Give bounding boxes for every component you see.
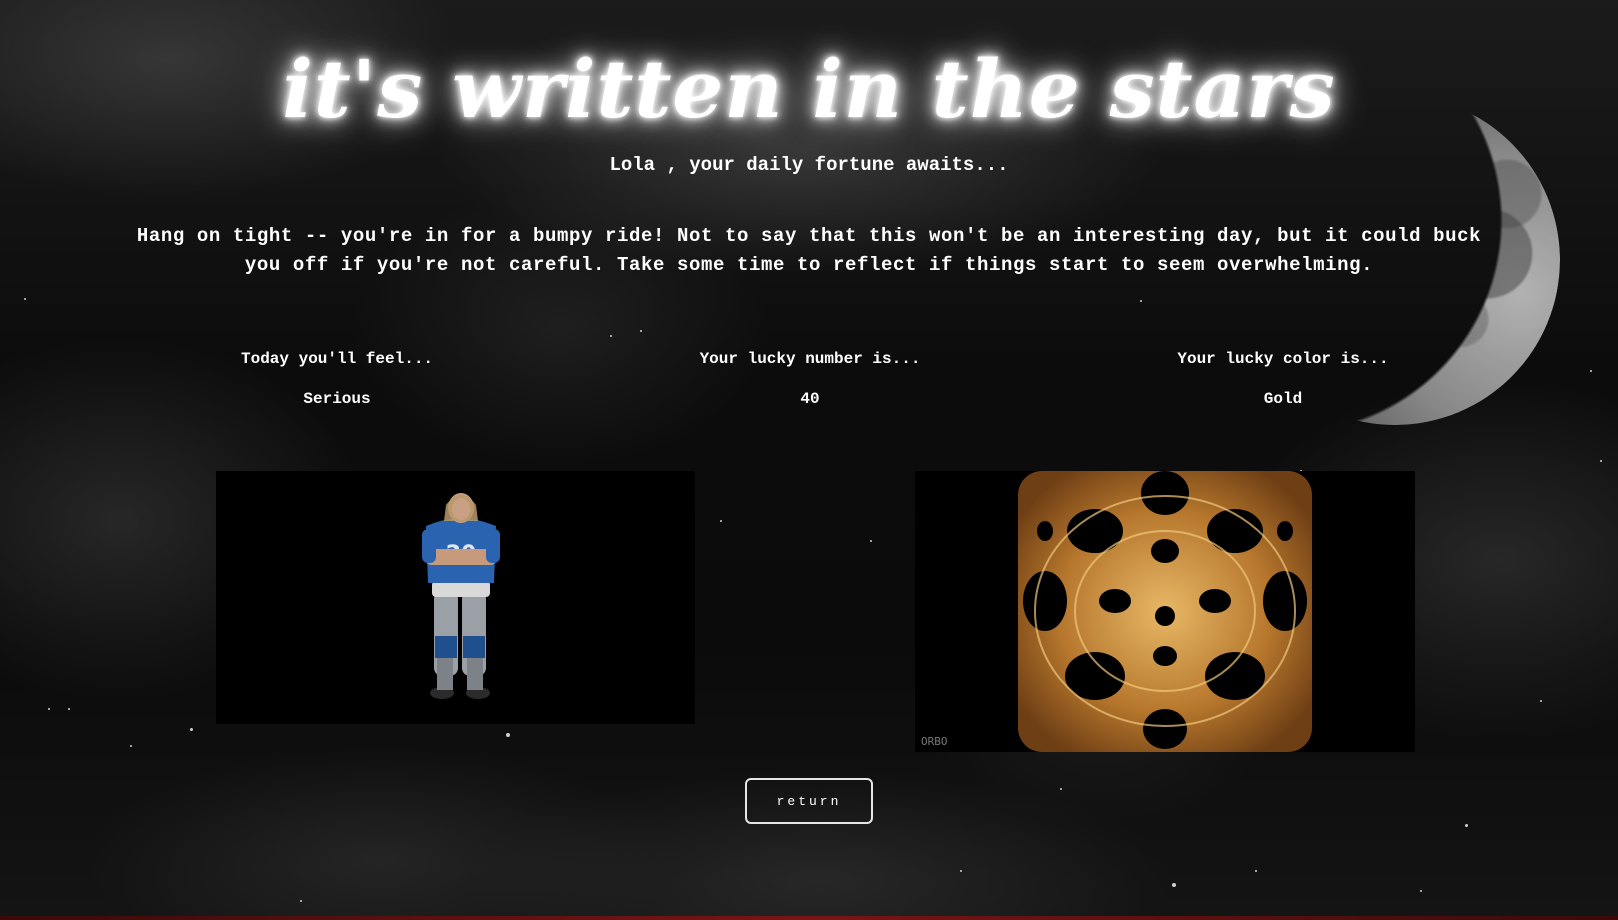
gold-ornament-image: ORBO: [921, 471, 1312, 752]
lucky-number-label: Your lucky number is...: [699, 350, 921, 368]
greeting-text: Lola , your daily fortune awaits...: [609, 154, 1009, 176]
mood-gif: 20: [216, 471, 695, 724]
lucky-color-value: Gold: [1263, 390, 1303, 408]
fortune-page: it's written in the stars Lola , your da…: [0, 0, 1618, 920]
football-player-image: 20: [422, 493, 500, 699]
bottom-edge-bar: [0, 916, 1618, 920]
lucky-number-value: 40: [800, 390, 820, 408]
lucky-color-gif: ORBO: [915, 471, 1415, 752]
gif-watermark: ORBO: [921, 735, 948, 748]
page-title: it's written in the stars: [282, 42, 1336, 136]
lucky-color-label: Your lucky color is...: [1177, 350, 1389, 368]
mood-value: Serious: [303, 390, 371, 408]
mood-stat: Today you'll feel... Serious: [157, 350, 517, 408]
fortune-text: Hang on tight -- you're in for a bumpy r…: [136, 225, 1482, 276]
return-button[interactable]: return: [745, 778, 873, 824]
lucky-number-stat: Your lucky number is... 40: [630, 350, 990, 408]
mood-label: Today you'll feel...: [240, 350, 434, 368]
lucky-color-stat: Your lucky color is... Gold: [1103, 350, 1463, 408]
